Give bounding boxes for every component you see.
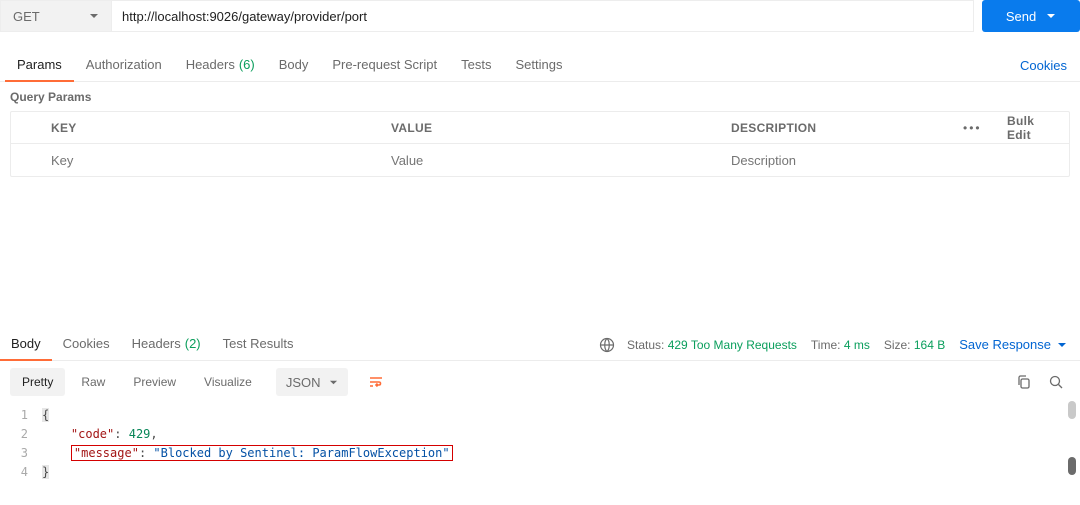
line-number: 1 — [0, 408, 42, 422]
search-icon — [1048, 374, 1064, 390]
wrap-lines-button[interactable] — [362, 368, 390, 396]
view-pretty-button[interactable]: Pretty — [10, 368, 65, 396]
code-line: 1 { — [0, 405, 1080, 424]
scrollbar-thumb[interactable] — [1068, 401, 1076, 419]
response-body-code[interactable]: 1 { 2 "code": 429, 3 "message": "Blocked… — [0, 399, 1080, 481]
code-line: 2 "code": 429, — [0, 424, 1080, 443]
time-text: Time: 4 ms — [811, 338, 870, 352]
chevron-down-icon — [329, 378, 338, 387]
resp-tab-headers[interactable]: Headers(2) — [121, 329, 212, 361]
send-button-label: Send — [1006, 9, 1036, 24]
highlighted-error-message: "message": "Blocked by Sentinel: ParamFl… — [71, 445, 453, 461]
scrollbar-thumb[interactable] — [1068, 457, 1076, 475]
col-key: KEY — [43, 121, 383, 135]
param-value-input[interactable] — [391, 145, 715, 175]
size-text: Size: 164 B — [884, 338, 945, 352]
line-number: 2 — [0, 427, 42, 441]
chevron-down-icon — [1057, 340, 1067, 350]
size-value: 164 B — [914, 338, 945, 352]
params-table: KEY VALUE DESCRIPTION ••• Bulk Edit — [10, 111, 1070, 177]
time-value: 4 ms — [844, 338, 870, 352]
view-raw-button[interactable]: Raw — [69, 368, 117, 396]
http-method-select[interactable]: GET — [0, 0, 112, 32]
resp-headers-count: (2) — [185, 336, 201, 351]
chevron-down-icon — [1046, 11, 1056, 21]
resp-tab-testresults[interactable]: Test Results — [212, 329, 305, 361]
response-language-select[interactable]: JSON — [276, 368, 348, 396]
copy-icon — [1016, 374, 1032, 390]
tab-body[interactable]: Body — [267, 50, 321, 82]
view-visualize-button[interactable]: Visualize — [192, 368, 264, 396]
cookies-link[interactable]: Cookies — [1020, 58, 1080, 73]
tab-authorization[interactable]: Authorization — [74, 50, 174, 82]
request-tabs: Params Authorization Headers(6) Body Pre… — [0, 50, 1080, 82]
params-header-row: KEY VALUE DESCRIPTION ••• Bulk Edit — [11, 112, 1069, 144]
query-params-section: Query Params KEY VALUE DESCRIPTION ••• B… — [0, 82, 1080, 177]
col-value: VALUE — [383, 121, 723, 135]
headers-count: (6) — [239, 57, 255, 72]
request-bar: GET Send — [0, 0, 1080, 32]
param-desc-input[interactable] — [731, 145, 947, 175]
code-line: 4 } — [0, 462, 1080, 481]
tab-settings[interactable]: Settings — [503, 50, 574, 82]
status-value: 429 Too Many Requests — [668, 338, 797, 352]
send-button[interactable]: Send — [982, 0, 1080, 32]
param-key-input[interactable] — [51, 145, 375, 175]
view-preview-button[interactable]: Preview — [121, 368, 188, 396]
resp-tab-body[interactable]: Body — [0, 329, 52, 361]
empty-space — [0, 177, 1080, 329]
code-line: 3 "message": "Blocked by Sentinel: Param… — [0, 443, 1080, 462]
line-number: 3 — [0, 446, 42, 460]
tab-prerequest[interactable]: Pre-request Script — [320, 50, 449, 82]
more-columns-button[interactable]: ••• — [955, 121, 999, 135]
response-tabs: Body Cookies Headers(2) Test Results Sta… — [0, 329, 1080, 361]
tab-headers[interactable]: Headers(6) — [174, 50, 267, 82]
line-number: 4 — [0, 465, 42, 479]
resp-tab-cookies[interactable]: Cookies — [52, 329, 121, 361]
http-method-label: GET — [13, 9, 40, 24]
status-text: Status: 429 Too Many Requests — [627, 338, 797, 352]
chevron-down-icon — [89, 11, 99, 21]
bulk-edit-button[interactable]: Bulk Edit — [999, 114, 1069, 142]
tab-params[interactable]: Params — [5, 50, 74, 82]
params-row — [11, 144, 1069, 176]
col-description: DESCRIPTION — [723, 121, 955, 135]
request-url-input[interactable] — [112, 0, 974, 32]
response-toolbar: Pretty Raw Preview Visualize JSON — [0, 361, 1080, 399]
copy-response-button[interactable] — [1010, 368, 1038, 396]
tab-tests[interactable]: Tests — [449, 50, 503, 82]
search-response-button[interactable] — [1042, 368, 1070, 396]
globe-icon[interactable] — [599, 337, 615, 353]
query-params-title: Query Params — [10, 90, 1070, 104]
wrap-icon — [368, 374, 384, 390]
save-response-button[interactable]: Save Response — [959, 337, 1080, 352]
